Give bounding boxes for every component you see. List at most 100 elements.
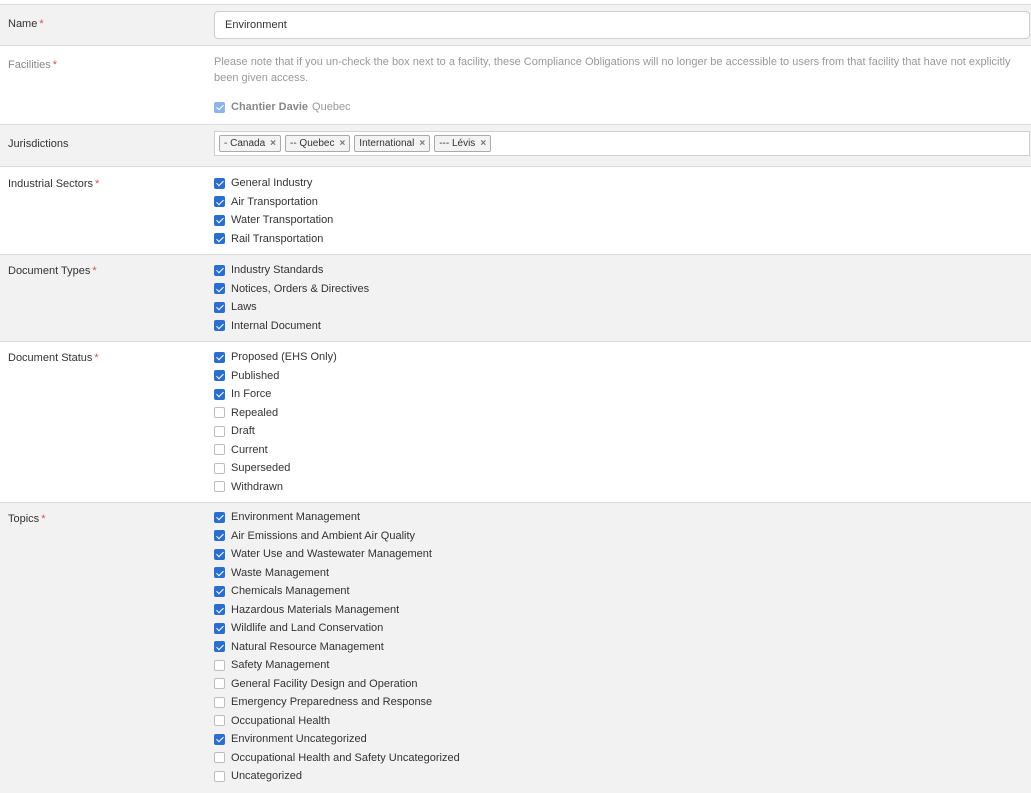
facilities-note: Please note that if you un-check the box… bbox=[214, 56, 1011, 84]
checkbox-checked[interactable] bbox=[214, 370, 225, 382]
checkbox-unchecked[interactable] bbox=[214, 462, 225, 474]
checkbox-label: Superseded bbox=[231, 462, 291, 475]
checkbox-item[interactable]: Chemicals Management bbox=[214, 582, 460, 601]
checkbox-checked[interactable] bbox=[214, 530, 225, 542]
checkbox-item[interactable]: Safety Management bbox=[214, 656, 460, 675]
remove-tag-icon[interactable]: × bbox=[270, 138, 276, 149]
checkbox-checked[interactable] bbox=[214, 264, 225, 276]
checkbox-unchecked[interactable] bbox=[214, 481, 225, 493]
checkbox-checked[interactable] bbox=[214, 320, 225, 332]
checkbox-unchecked[interactable] bbox=[214, 770, 225, 782]
checkbox-checked[interactable] bbox=[214, 604, 225, 616]
checkbox-item[interactable]: Uncategorized bbox=[214, 767, 460, 786]
checkbox-item[interactable]: General Industry bbox=[214, 174, 333, 193]
checkbox-checked[interactable] bbox=[214, 233, 225, 245]
checkbox-item[interactable]: In Force bbox=[214, 385, 337, 404]
checkbox-checked[interactable] bbox=[214, 351, 225, 363]
checkbox-item[interactable]: Wildlife and Land Conservation bbox=[214, 619, 460, 638]
checkbox-item[interactable]: Air Emissions and Ambient Air Quality bbox=[214, 527, 460, 546]
jurisdiction-tag: International × bbox=[354, 135, 431, 152]
document-types-list: Industry Standards Notices, Orders & Dire… bbox=[214, 261, 369, 335]
checkbox-label: General Industry bbox=[231, 177, 313, 190]
checkbox-item[interactable]: Repealed bbox=[214, 404, 337, 423]
name-label: Name * bbox=[8, 18, 44, 30]
checkbox-checked[interactable] bbox=[214, 548, 225, 560]
checkbox-item[interactable]: Notices, Orders & Directives bbox=[214, 280, 369, 299]
checkbox-label: Water Use and Wastewater Management bbox=[231, 548, 432, 561]
checkbox-item[interactable]: Hazardous Materials Management bbox=[214, 601, 460, 620]
checkbox-label: Chemicals Management bbox=[231, 585, 350, 598]
checkbox-label: Water Transportation bbox=[231, 214, 334, 227]
checkbox-checked[interactable] bbox=[214, 567, 225, 579]
document-status-list: Proposed (EHS Only) Published In Force Repe… bbox=[214, 348, 337, 496]
checkbox-checked[interactable] bbox=[214, 641, 225, 653]
checkbox-label: Draft bbox=[231, 425, 255, 438]
checkbox-item[interactable]: Natural Resource Management bbox=[214, 638, 460, 657]
checkbox-unchecked[interactable] bbox=[214, 678, 225, 690]
checkbox-unchecked[interactable] bbox=[214, 715, 225, 727]
facilities-label: Facilities * bbox=[8, 59, 58, 71]
jurisdictions-tag-input[interactable]: - Canada × -- Quebec × International × --- … bbox=[214, 131, 1030, 156]
checkbox-item[interactable]: Water Transportation bbox=[214, 211, 333, 230]
checkbox-checked[interactable] bbox=[214, 388, 225, 400]
checkbox-item[interactable]: Proposed (EHS Only) bbox=[214, 348, 337, 367]
checkbox-item[interactable]: Waste Management bbox=[214, 564, 460, 583]
topics-row: Topics * Environment Management Air Emissi… bbox=[0, 502, 1031, 793]
remove-tag-icon[interactable]: × bbox=[419, 138, 425, 149]
checkbox-unchecked[interactable] bbox=[214, 444, 225, 456]
checkbox-item[interactable]: Water Use and Wastewater Management bbox=[214, 545, 460, 564]
checkbox-item[interactable]: Environment Management bbox=[214, 508, 460, 527]
checkbox-label: Rail Transportation bbox=[231, 232, 324, 245]
checkbox-item[interactable]: Withdrawn bbox=[214, 478, 337, 497]
facility-checkbox[interactable] bbox=[214, 101, 225, 113]
checkbox-label: Safety Management bbox=[231, 659, 330, 672]
checkbox-item[interactable]: Internal Document bbox=[214, 317, 369, 336]
checkbox-checked[interactable] bbox=[214, 283, 225, 295]
checkbox-item[interactable]: Rail Transportation bbox=[214, 230, 333, 249]
checkbox-label: Air Emissions and Ambient Air Quality bbox=[231, 529, 416, 542]
checkbox-checked[interactable] bbox=[214, 622, 225, 634]
checkbox-label: Air Transportation bbox=[231, 195, 318, 208]
checkbox-label: Wildlife and Land Conservation bbox=[231, 622, 384, 635]
checkbox-unchecked[interactable] bbox=[214, 696, 225, 708]
checkbox-label: General Facility Design and Operation bbox=[231, 677, 418, 690]
checkbox-item[interactable]: General Facility Design and Operation bbox=[214, 675, 460, 694]
checkbox-checked[interactable] bbox=[214, 214, 225, 226]
checkbox-item[interactable]: Superseded bbox=[214, 459, 337, 478]
checkbox-label: Environment Uncategorized bbox=[231, 733, 367, 746]
remove-tag-icon[interactable]: × bbox=[339, 138, 345, 149]
checkbox-label: Emergency Preparedness and Response bbox=[231, 696, 433, 709]
topics-list: Environment Management Air Emissions and … bbox=[214, 508, 460, 786]
checkbox-checked[interactable] bbox=[214, 196, 225, 208]
checkbox-item[interactable]: Emergency Preparedness and Response bbox=[214, 693, 460, 712]
checkbox-label: Notices, Orders & Directives bbox=[231, 282, 370, 295]
checkbox-item[interactable]: Laws bbox=[214, 298, 369, 317]
checkbox-item[interactable]: Air Transportation bbox=[214, 193, 333, 212]
checkbox-unchecked[interactable] bbox=[214, 407, 225, 419]
checkbox-checked[interactable] bbox=[214, 511, 225, 523]
industrial-sectors-row: Industrial Sectors * General Industry Air … bbox=[0, 166, 1031, 254]
checkbox-item[interactable]: Occupational Health bbox=[214, 712, 460, 731]
remove-tag-icon[interactable]: × bbox=[480, 138, 486, 149]
document-status-label: Document Status * bbox=[8, 352, 99, 364]
checkbox-checked[interactable] bbox=[214, 301, 225, 313]
topics-label: Topics * bbox=[8, 513, 46, 525]
name-row: Name * Environment bbox=[0, 4, 1031, 45]
checkbox-item[interactable]: Occupational Health and Safety Uncategor… bbox=[214, 749, 460, 768]
jurisdiction-tag: - Canada × bbox=[219, 135, 281, 152]
checkbox-label: Withdrawn bbox=[231, 480, 283, 493]
checkbox-item[interactable]: Draft bbox=[214, 422, 337, 441]
name-input[interactable]: Environment bbox=[214, 11, 1030, 39]
checkbox-unchecked[interactable] bbox=[214, 425, 225, 437]
checkbox-checked[interactable] bbox=[214, 585, 225, 597]
industrial-sectors-list: General Industry Air Transportation Water … bbox=[214, 174, 333, 248]
checkbox-item[interactable]: Published bbox=[214, 367, 337, 386]
checkbox-unchecked[interactable] bbox=[214, 659, 225, 671]
checkbox-item[interactable]: Industry Standards bbox=[214, 261, 369, 280]
checkbox-unchecked[interactable] bbox=[214, 752, 225, 764]
checkbox-item[interactable]: Environment Uncategorized bbox=[214, 730, 460, 749]
checkbox-label: Natural Resource Management bbox=[231, 640, 384, 653]
checkbox-checked[interactable] bbox=[214, 177, 225, 189]
checkbox-item[interactable]: Current bbox=[214, 441, 337, 460]
checkbox-checked[interactable] bbox=[214, 733, 225, 745]
